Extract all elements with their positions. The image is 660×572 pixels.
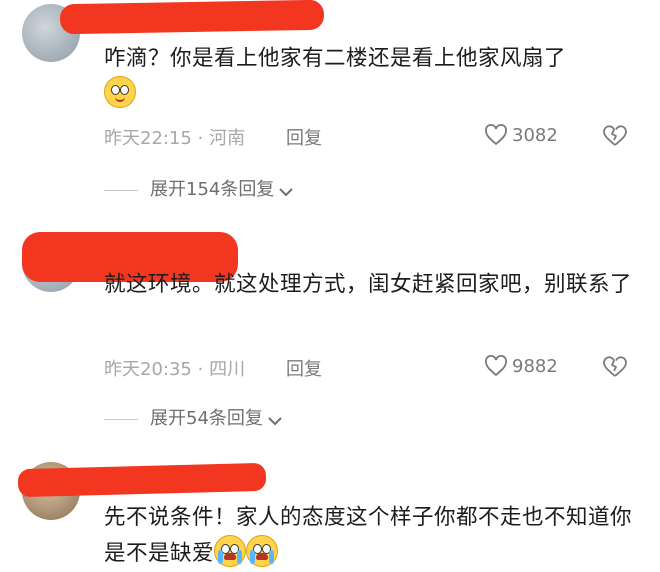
like-button[interactable]: 3082 [484,124,558,146]
comment-location: 四川 [209,359,246,380]
chevron-down-icon [279,188,294,197]
comment-body: 咋滴？你是看上他家有二楼还是看上他家风扇了 [104,46,567,71]
comment-time: 昨天20:35 [104,359,192,380]
comment-location: 河南 [209,128,246,149]
redacted-username [59,0,325,35]
like-count: 9882 [512,356,558,377]
divider-line [104,418,138,420]
expand-replies-button[interactable]: 展开154条回复 [104,175,294,201]
heart-icon [485,124,507,146]
comment-time: 昨天22:15 [104,128,192,149]
comment-body: 先不说条件！家人的态度这个样子你都不走也不知道你是不是缺爱 [104,505,633,566]
comment-text: 咋滴？你是看上他家有二楼还是看上他家风扇了 [104,42,639,112]
divider-line [104,189,138,191]
like-count: 3082 [512,125,558,146]
meta-separator: · [197,359,204,380]
expand-replies-label: 展开154条回复 [150,179,275,200]
redacted-username [17,462,267,498]
expand-replies-button[interactable]: 展开54条回复 [104,404,283,430]
comment-text: 就这环境。就这处理方式，闺女赶紧回家吧，别联系了 [104,268,639,302]
smile-emoji-icon [104,76,136,108]
comment-body: 就这环境。就这处理方式，闺女赶紧回家吧，别联系了 [104,272,633,297]
meta-separator: · [197,128,204,149]
crying-laughing-emoji-icon [246,535,279,567]
comment-text: 先不说条件！家人的态度这个样子你都不走也不知道你是不是缺爱 [104,501,639,571]
reply-button[interactable]: 回复 [286,355,322,381]
broken-heart-icon[interactable] [602,355,628,379]
crying-laughing-emoji-icon [214,535,247,567]
comment-meta: 昨天20:35 · 四川 回复 [104,355,322,381]
like-button[interactable]: 9882 [484,355,558,377]
chevron-down-icon [268,417,282,426]
reply-button[interactable]: 回复 [286,124,322,150]
comment-meta: 昨天22:15 · 河南 回复 [104,124,322,150]
expand-replies-label: 展开54条回复 [150,408,263,429]
broken-heart-icon[interactable] [602,124,628,148]
heart-icon [485,355,507,377]
